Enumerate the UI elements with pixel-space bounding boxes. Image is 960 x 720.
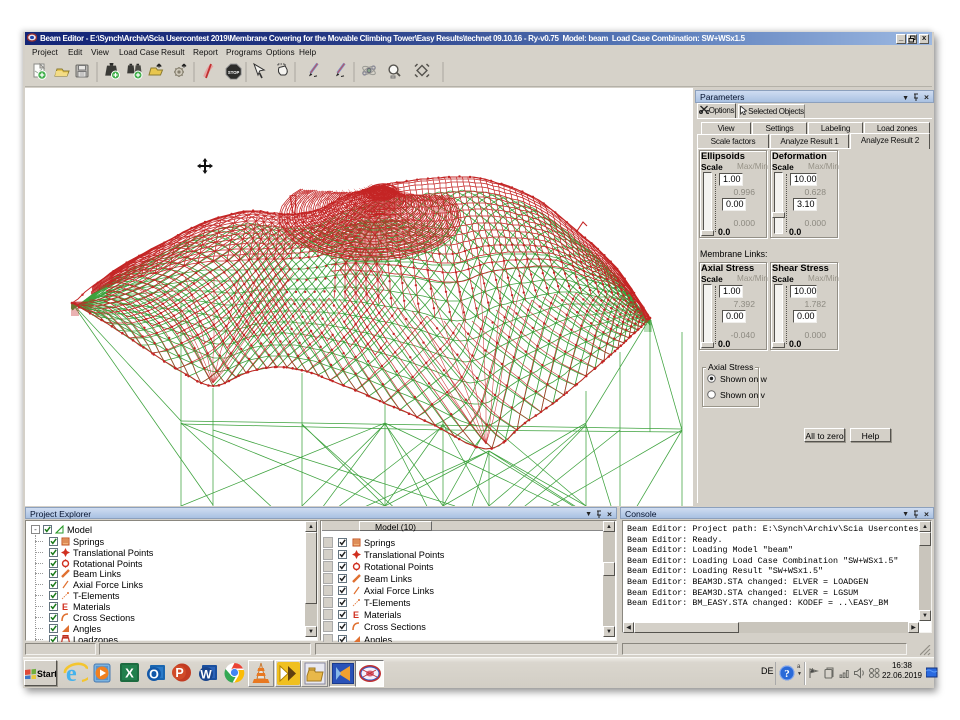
svg-text:E: E	[62, 602, 68, 611]
svg-text:?: ?	[784, 668, 790, 680]
svg-text:STOP: STOP	[228, 70, 240, 75]
svg-text:P: P	[175, 666, 183, 680]
svg-text:W: W	[200, 668, 212, 682]
svg-text:O: O	[149, 668, 159, 682]
svg-text:E: E	[353, 610, 359, 619]
svg-text:X: X	[125, 666, 134, 681]
